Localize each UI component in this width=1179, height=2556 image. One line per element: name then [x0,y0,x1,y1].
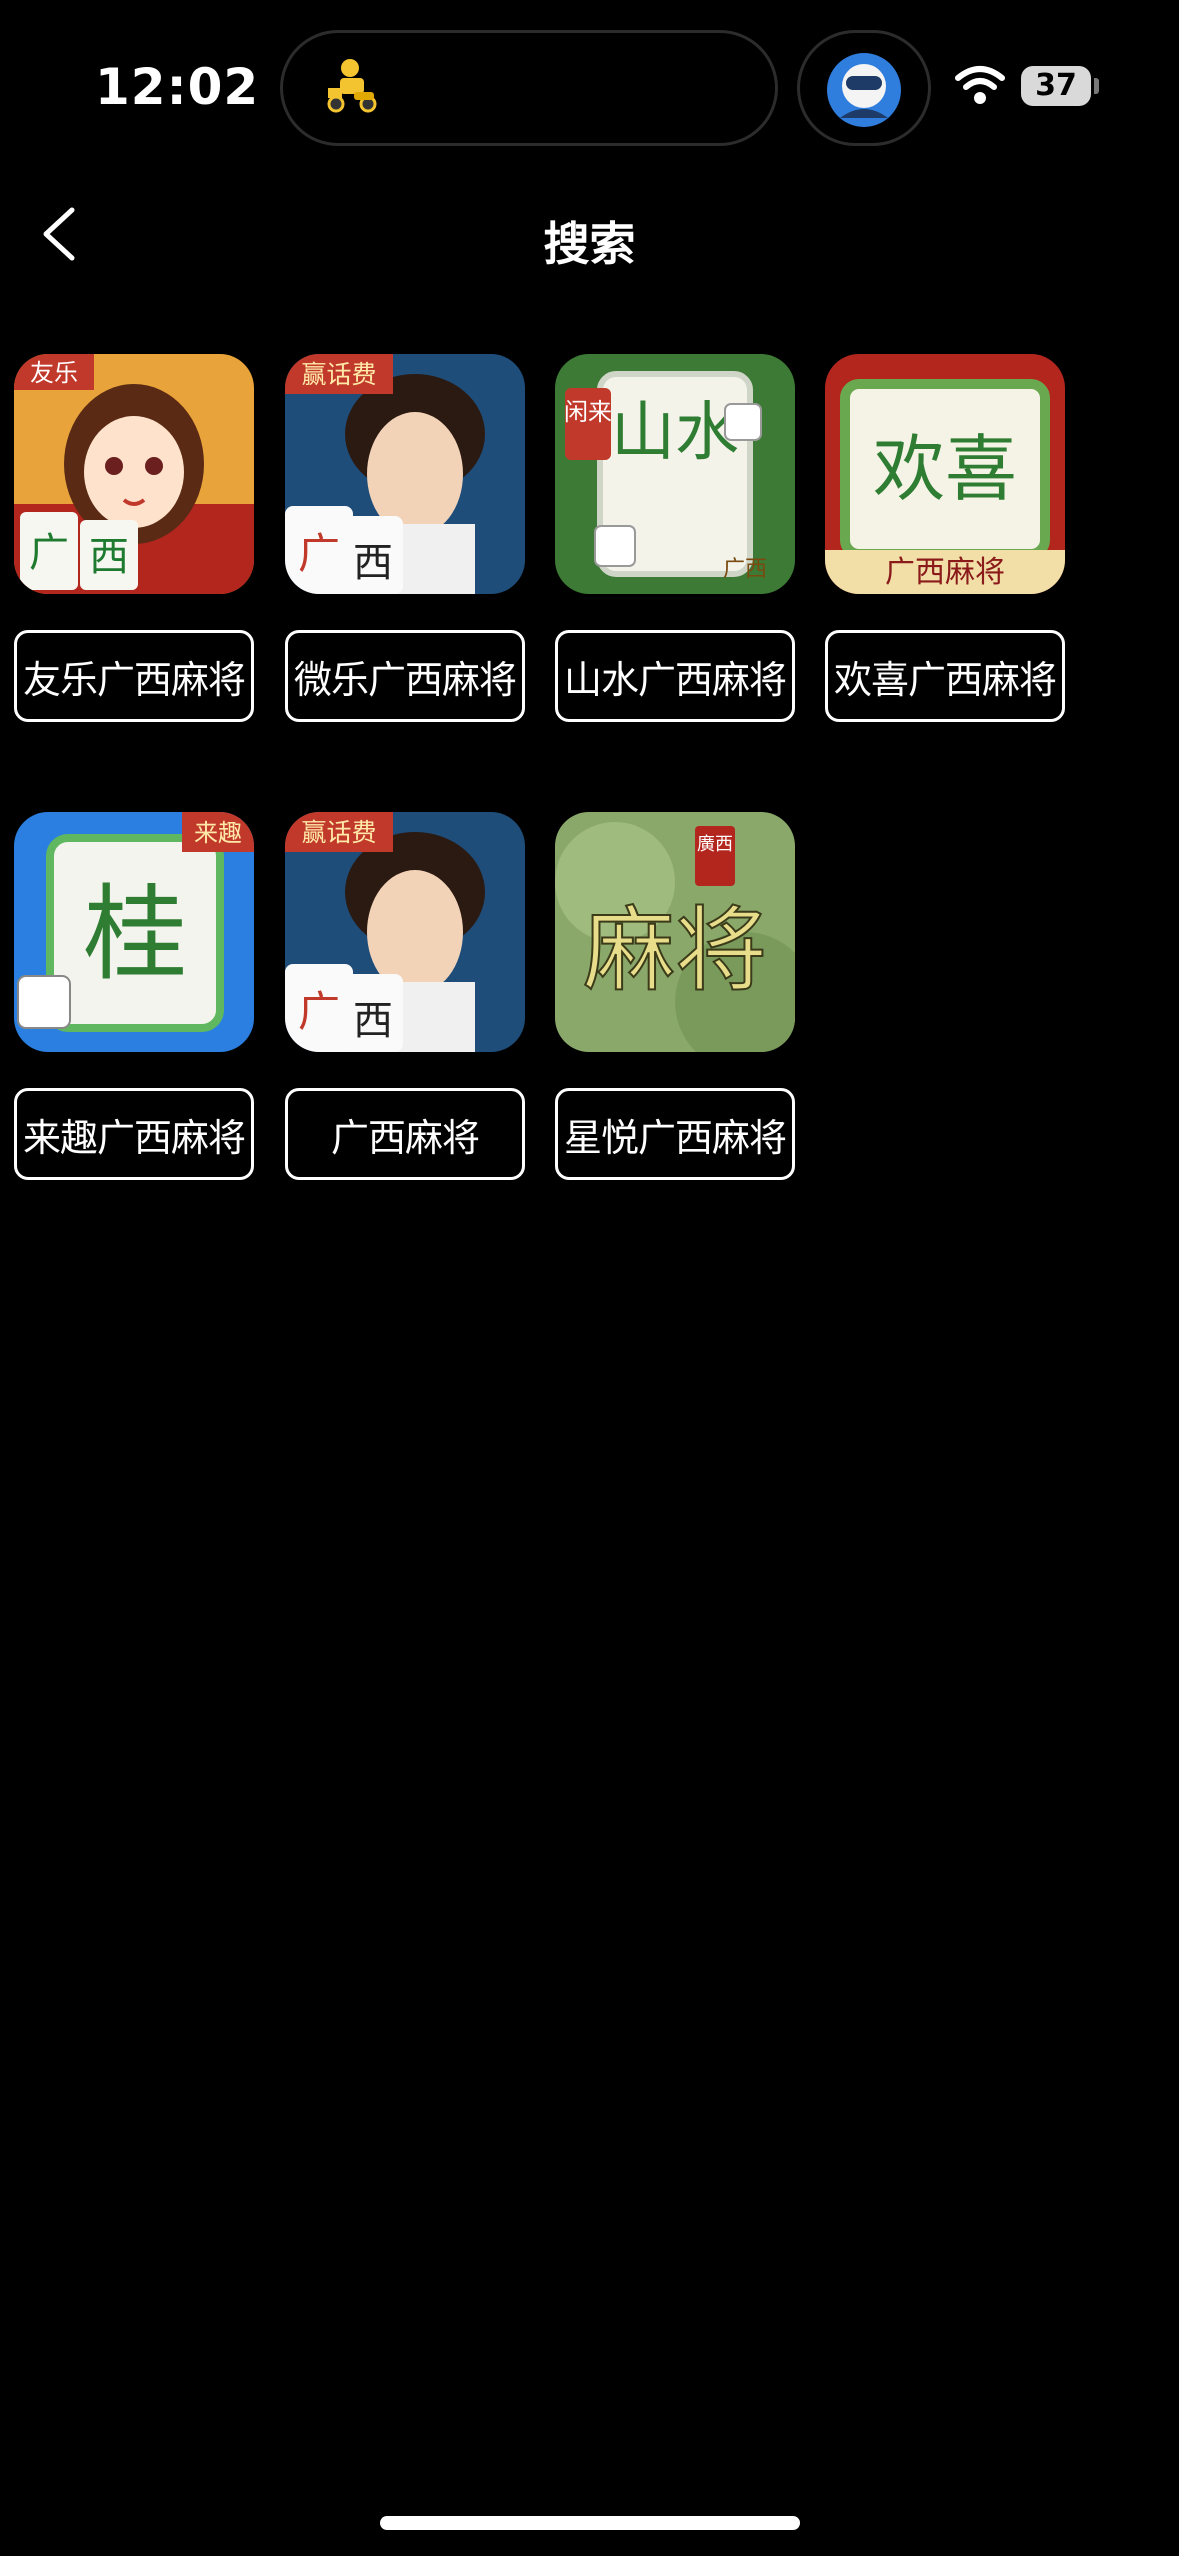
shanshui-tile-icon[interactable]: 闲来 山水 广西 [555,354,795,594]
app-tile[interactable]: 桂 来趣 来趣广西麻将 [14,812,254,1180]
girl-mahjong-icon[interactable]: 友乐 广 西 [14,354,254,594]
man-cards-icon[interactable]: 赢话费 广 西 [285,812,525,1052]
icon-badge-text: 赢话费 [301,818,376,847]
icon-badge-text: 来趣 [194,819,242,847]
man-cards-icon[interactable]: 赢话费 广 西 [285,354,525,594]
icon-seal-text: 廣西 [697,834,733,855]
tile-char: 桂 [83,873,187,995]
app-name-button[interactable]: 来趣广西麻将 [14,1088,254,1180]
tile-char: 广 [298,987,340,1036]
icon-badge-text: 闲来 [564,398,612,426]
app-name-button[interactable]: 微乐广西麻将 [285,630,525,722]
app-tile[interactable]: 廣西 麻将 星悦广西麻将 [555,812,795,1180]
avatar [827,53,901,127]
battery-cap [1094,78,1099,94]
tile-char: 广 [29,530,69,576]
app-tile[interactable]: 赢话费 广 西 广西麻将 [285,812,525,1180]
icon-banner-text: 广西麻将 [885,555,1005,590]
app-tile[interactable]: 欢喜 广西麻将 欢喜广西麻将 [825,354,1065,722]
tile-char: 西 [89,534,129,580]
battery-indicator: 37 [1021,66,1091,106]
page-title: 搜索 [543,217,636,271]
tile-char: 广 [298,529,340,578]
gui-tile-icon[interactable]: 桂 来趣 [14,812,254,1052]
app-tile[interactable]: 友乐 广 西 友乐广西麻将 [14,354,254,722]
app-tile[interactable]: 闲来 山水 广西 山水广西麻将 [555,354,795,722]
tile-char: 麻将 [583,897,767,1004]
app-name-button[interactable]: 友乐广西麻将 [14,630,254,722]
huanxi-tiles-icon[interactable]: 欢喜 广西麻将 [825,354,1065,594]
tile-char: 山水 [611,396,739,470]
icon-corner-text: 广西 [723,557,767,582]
tile-char: 欢喜 [873,427,1017,511]
app-name-button[interactable]: 山水广西麻将 [555,630,795,722]
status-time: 12:02 [95,58,260,116]
app-name-button[interactable]: 广西麻将 [285,1088,525,1180]
icon-badge-text: 友乐 [30,359,78,387]
tile-char: 西 [353,540,393,586]
tile-char: 西 [353,998,393,1044]
delivery-scooter-icon [327,59,377,113]
wifi-icon [955,66,1005,104]
app-name-button[interactable]: 欢喜广西麻将 [825,630,1065,722]
icon-badge-text: 赢话费 [301,360,376,389]
app-tile[interactable]: 赢话费 广 西 微乐广西麻将 [285,354,525,722]
calligraphy-mahjong-icon[interactable]: 廣西 麻将 [555,812,795,1052]
app-name-button[interactable]: 星悦广西麻将 [555,1088,795,1180]
home-indicator[interactable] [380,2516,800,2530]
